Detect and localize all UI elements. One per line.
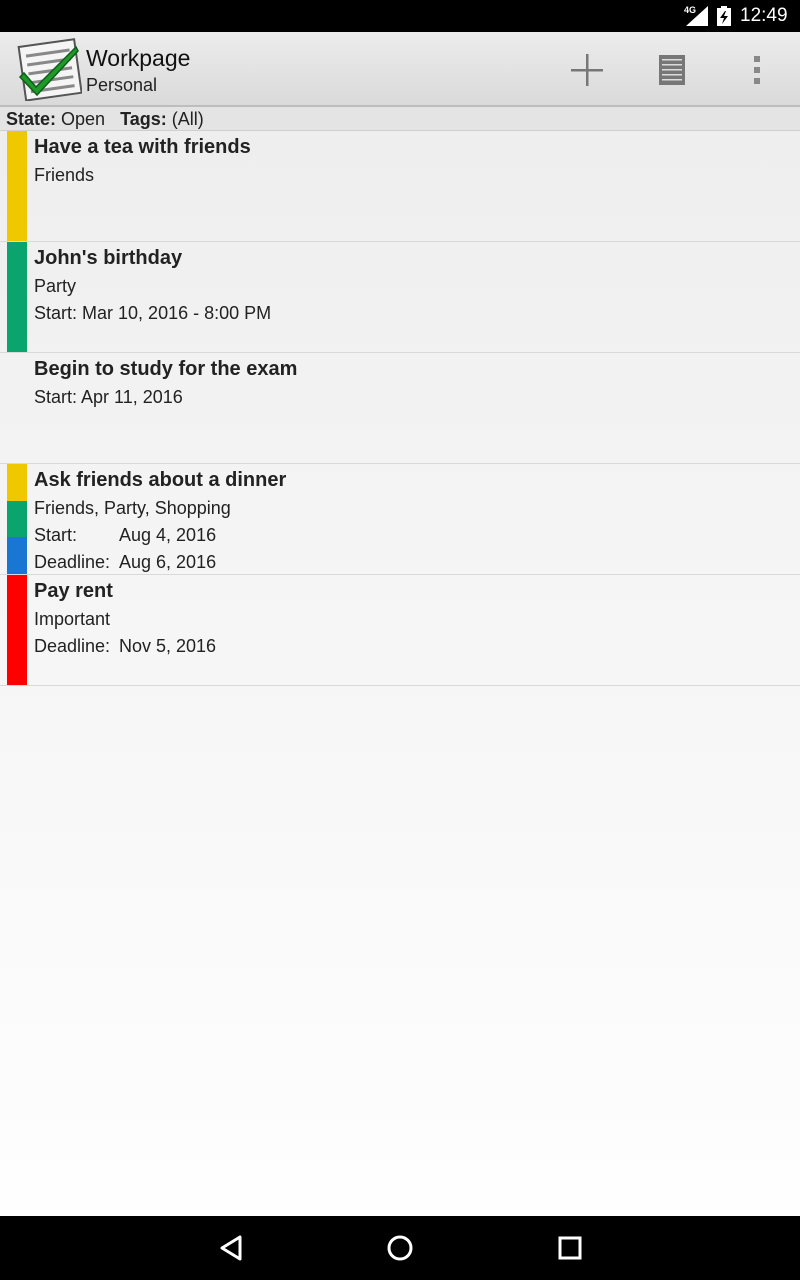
start-value: Aug 4, 2016 <box>119 525 217 545</box>
add-icon <box>571 54 603 86</box>
start-label: Start: <box>34 387 78 407</box>
task-title: Ask friends about a dinner <box>34 469 287 491</box>
tag-color-segment <box>7 500 27 538</box>
signal-icon <box>686 6 708 26</box>
deadline-value: Aug 6, 2016 <box>119 552 217 572</box>
home-icon[interactable] <box>380 1228 420 1268</box>
task-list: Have a tea with friends Friends John's b… <box>0 131 800 686</box>
task-row[interactable]: Have a tea with friends Friends <box>0 131 800 242</box>
status-bar: 4G 12:49 <box>0 0 800 32</box>
task-deadline: Deadline: Aug 6, 2016 <box>34 552 216 573</box>
navigation-bar <box>0 1216 800 1280</box>
recents-icon[interactable] <box>550 1228 590 1268</box>
list-icon <box>659 55 685 85</box>
workspace-subtitle[interactable]: Personal <box>86 75 157 96</box>
start-label: Start: <box>34 303 78 323</box>
tag-color-segment <box>7 242 27 352</box>
tag-color-strip <box>7 464 27 575</box>
overflow-menu-icon <box>754 56 760 84</box>
tag-color-segment <box>7 464 27 501</box>
add-task-button[interactable] <box>563 46 611 94</box>
deadline-label: Deadline: <box>34 552 111 572</box>
task-tags: Friends, Party, Shopping <box>34 498 231 518</box>
task-start: Start: Mar 10, 2016 - 8:00 PM <box>34 303 271 324</box>
tag-color-strip <box>7 242 27 352</box>
tag-color-segment <box>7 537 27 575</box>
task-deadline: Deadline: Nov 5, 2016 <box>34 636 216 657</box>
task-row[interactable]: Begin to study for the exam Start: Apr 1… <box>0 353 800 464</box>
start-value: Apr 11, 2016 <box>81 387 183 407</box>
action-bar: Workpage Personal <box>0 32 800 107</box>
task-start: Start: Aug 4, 2016 <box>34 525 216 546</box>
task-row[interactable]: Ask friends about a dinner Friends, Part… <box>0 464 800 575</box>
tag-color-strip <box>7 131 27 241</box>
state-value: Open <box>61 109 106 129</box>
task-title: Pay rent <box>34 580 113 602</box>
checklist-app-icon <box>17 38 82 101</box>
deadline-label: Deadline: <box>34 636 111 656</box>
tags-label: Tags: <box>120 109 167 129</box>
state-label: State: <box>6 109 57 129</box>
tag-color-strip <box>7 353 27 463</box>
task-row[interactable]: Pay rent Important Deadline: Nov 5, 2016 <box>0 575 800 686</box>
tag-color-segment <box>7 575 27 685</box>
back-icon[interactable] <box>211 1228 251 1268</box>
tags-value: (All) <box>171 109 204 129</box>
task-row[interactable]: John's birthday Party Start: Mar 10, 201… <box>0 242 800 353</box>
task-title: John's birthday <box>34 247 183 269</box>
status-clock: 12:49 <box>740 5 788 26</box>
app-title: Workpage <box>86 45 191 71</box>
task-title: Begin to study for the exam <box>34 358 298 380</box>
list-view-button[interactable] <box>648 46 696 94</box>
task-tags: Friends <box>34 165 95 185</box>
filter-bar[interactable]: State: Open Tags: (All) <box>0 107 800 131</box>
tag-color-strip <box>7 575 27 685</box>
task-tags: Party <box>34 276 77 296</box>
tag-color-segment <box>7 131 27 241</box>
start-value: Mar 10, 2016 - 8:00 PM <box>82 303 272 323</box>
battery-icon <box>717 6 731 26</box>
deadline-value: Nov 5, 2016 <box>119 636 217 656</box>
task-tags: Important <box>34 609 111 629</box>
overflow-menu-button[interactable] <box>733 46 781 94</box>
start-label: Start: <box>34 525 78 545</box>
task-start: Start: Apr 11, 2016 <box>34 387 183 408</box>
task-title: Have a tea with friends <box>34 136 251 158</box>
